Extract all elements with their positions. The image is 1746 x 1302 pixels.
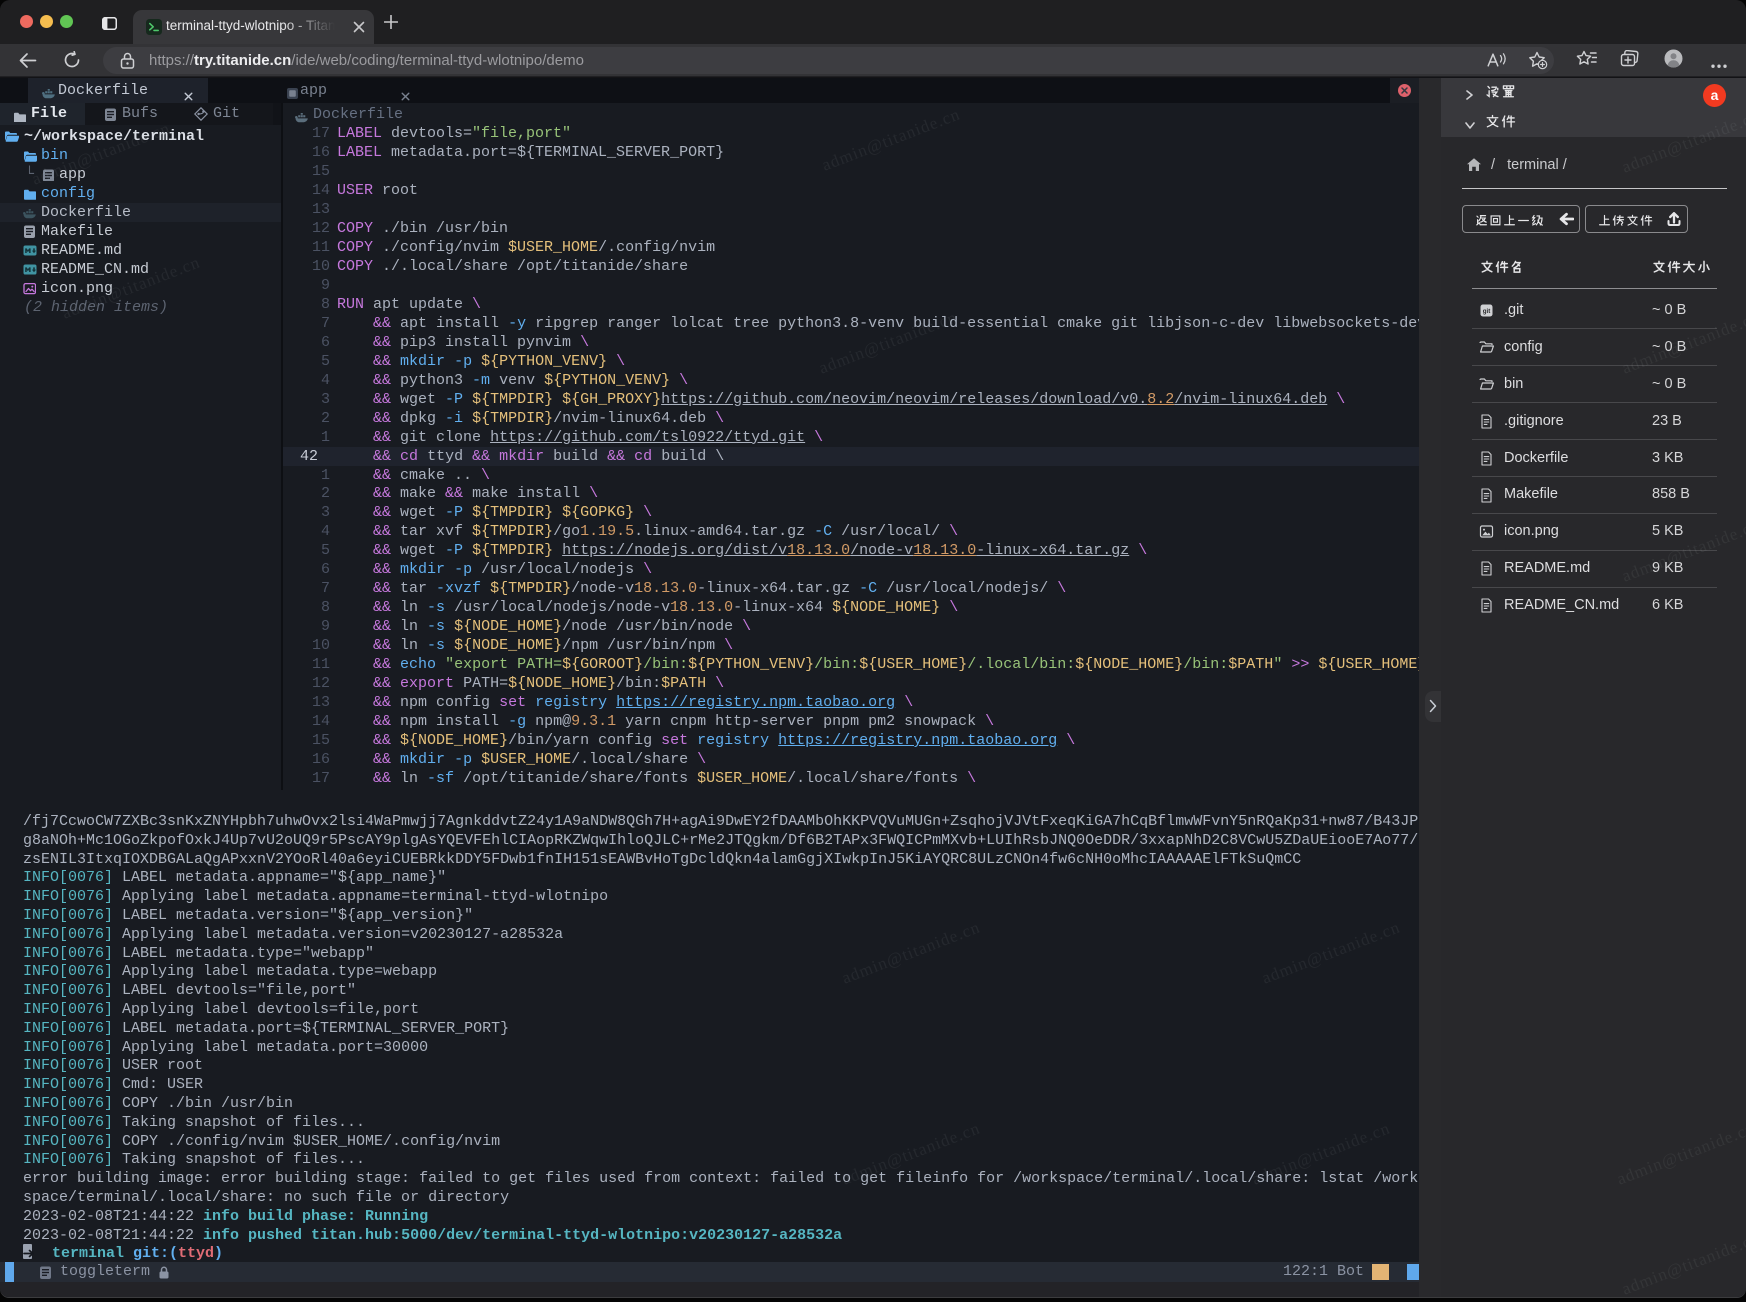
svg-text:git: git	[1483, 308, 1491, 315]
